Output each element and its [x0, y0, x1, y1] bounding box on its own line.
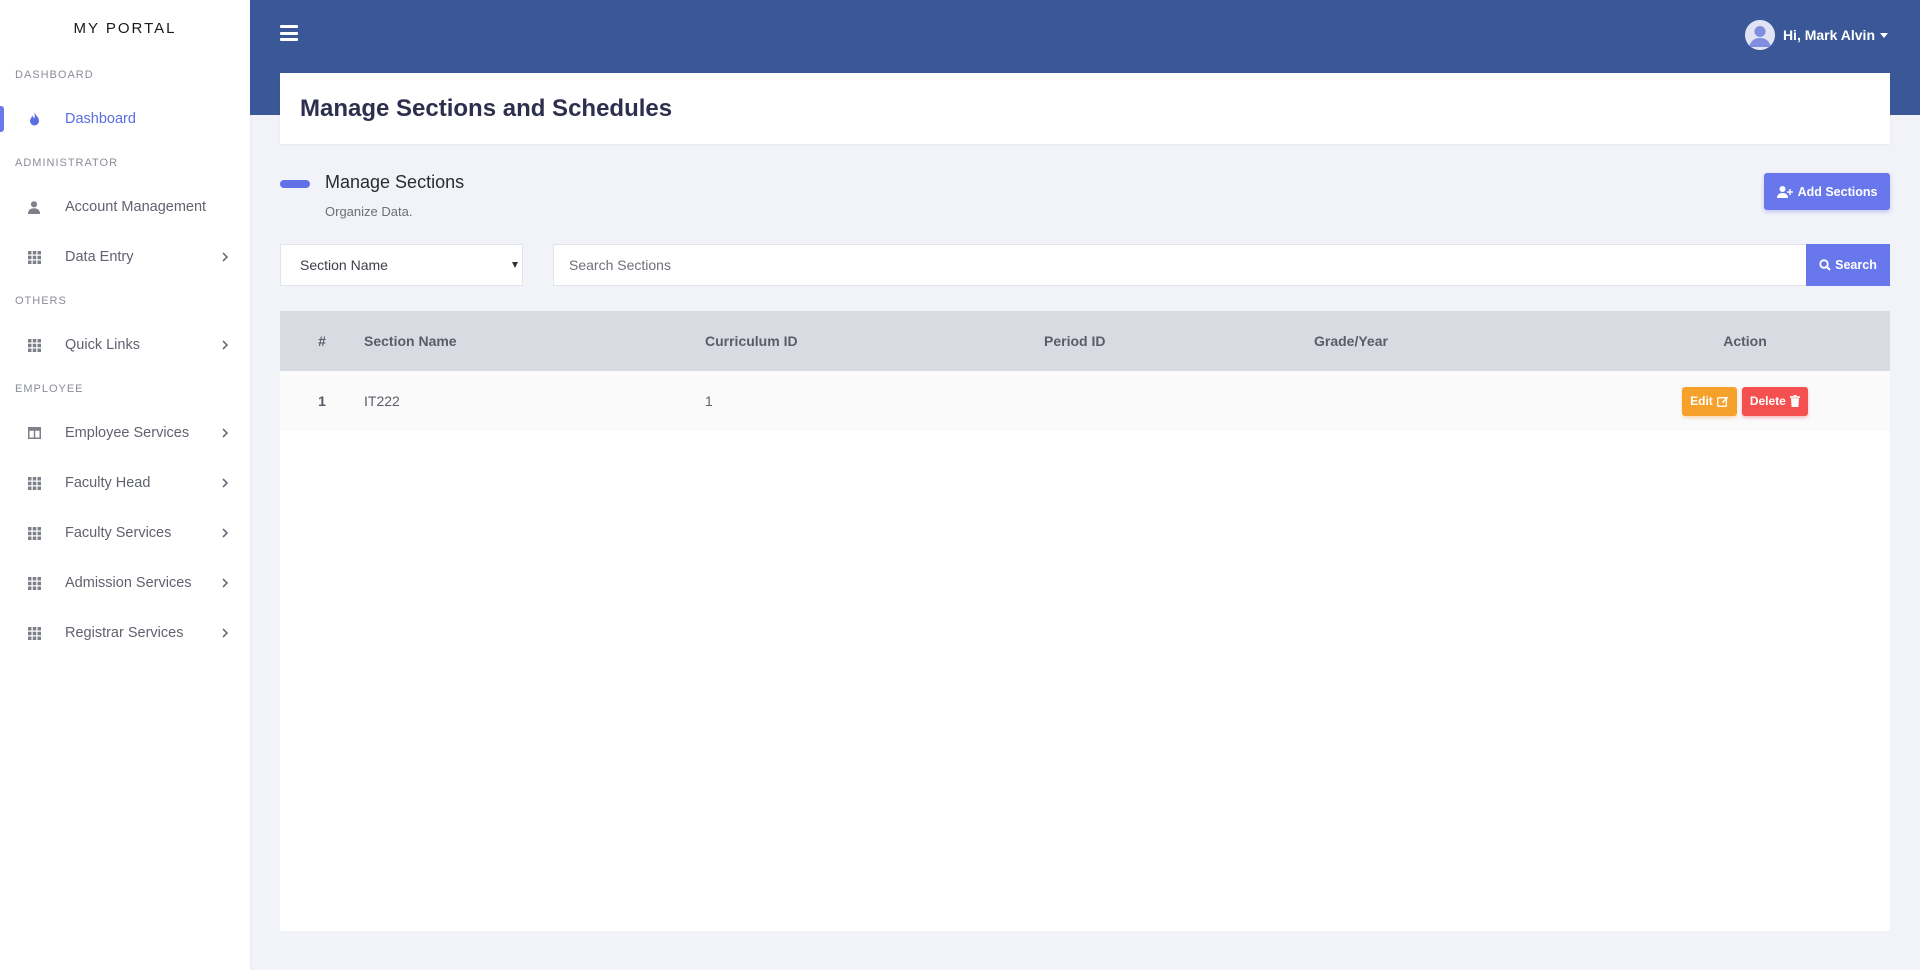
chevron-right-icon [222, 578, 229, 588]
sidebar-item-label: Data Entry [65, 249, 134, 265]
grid-icon [27, 250, 41, 264]
user-greeting: Hi, Mark Alvin [1782, 27, 1875, 43]
dropdown-arrow-icon [512, 262, 518, 268]
section-accent-pill [280, 180, 310, 188]
col-header-period-id[interactable]: Period ID [1044, 311, 1314, 371]
page-title-card: Manage Sections and Schedules [280, 73, 1890, 144]
nav-heading-employee: EMPLOYEE [15, 383, 84, 395]
user-plus-icon [1776, 185, 1793, 198]
col-header-section-name[interactable]: Section Name [364, 311, 705, 371]
grid-icon [27, 626, 41, 640]
table-row: 1 IT222 1 Edit Delete [280, 371, 1890, 431]
chevron-right-icon [222, 340, 229, 350]
cell-action: Edit Delete [1600, 371, 1890, 431]
page-title: Manage Sections and Schedules [300, 94, 673, 122]
nav-heading-others: OTHERS [15, 295, 67, 307]
col-header-curriculum-id[interactable]: Curriculum ID [705, 311, 1044, 371]
avatar [1744, 20, 1775, 50]
add-sections-button[interactable]: Add Sections [1764, 173, 1890, 210]
sections-table-card: # Section Name Curriculum ID Period ID G… [280, 311, 1890, 931]
sidebar-item-admission-services[interactable]: Admission Services [0, 558, 250, 608]
edit-button[interactable]: Edit [1682, 386, 1737, 416]
fire-icon [27, 112, 41, 126]
brand-title: MY PORTAL [73, 19, 177, 37]
nav-heading-administrator: ADMINISTRATOR [15, 157, 119, 169]
delete-button-label: Delete [1749, 394, 1786, 408]
col-header-action: Action [1723, 333, 1767, 349]
sidebar-item-label: Admission Services [65, 575, 192, 591]
sidebar-item-label: Faculty Services [65, 525, 172, 541]
table-icon [27, 426, 41, 440]
sidebar-item-employee-services[interactable]: Employee Services [0, 408, 250, 458]
sidebar-item-label: Employee Services [65, 425, 190, 441]
grid-icon [27, 576, 41, 590]
trash-icon [1789, 395, 1800, 407]
delete-button[interactable]: Delete [1741, 386, 1808, 416]
sidebar-item-label: Quick Links [65, 337, 140, 353]
section-title: Manage Sections [325, 172, 465, 192]
cell-grade-year [1314, 371, 1600, 431]
search-input[interactable] [553, 244, 1806, 286]
sidebar-item-faculty-services[interactable]: Faculty Services [0, 508, 250, 558]
add-sections-label: Add Sections [1797, 184, 1878, 199]
section-subtitle: Organize Data. [325, 204, 413, 219]
sidebar-item-label: Registrar Services [65, 625, 184, 641]
edit-icon [1716, 396, 1729, 407]
sidebar-item-label: Dashboard [65, 111, 136, 127]
sidebar-item-label: Account Management [65, 199, 207, 215]
chevron-right-icon [222, 252, 229, 262]
sidebar-item-label: Faculty Head [65, 475, 151, 491]
chevron-right-icon [222, 478, 229, 488]
caret-down-icon [1880, 32, 1888, 38]
user-icon [27, 200, 41, 214]
chevron-right-icon [222, 428, 229, 438]
chevron-right-icon [222, 528, 229, 538]
search-button[interactable]: Search [1806, 244, 1890, 286]
table-header-row: # Section Name Curriculum ID Period ID G… [280, 311, 1890, 371]
search-icon [1819, 259, 1831, 271]
sidebar-item-dashboard[interactable]: Dashboard [0, 94, 250, 144]
sidebar-item-data-entry[interactable]: Data Entry [0, 232, 250, 282]
sidebar-item-registrar-services[interactable]: Registrar Services [0, 608, 250, 658]
col-header-number: # [318, 333, 326, 349]
sidebar-item-quick-links[interactable]: Quick Links [0, 320, 250, 370]
search-button-label: Search [1835, 258, 1877, 272]
cell-number: 1 [318, 393, 326, 409]
grid-icon [27, 338, 41, 352]
search-field-select[interactable]: Section Name [280, 244, 523, 286]
edit-button-label: Edit [1690, 394, 1713, 408]
sidebar-item-account-management[interactable]: Account Management [0, 182, 250, 232]
cell-curriculum-id: 1 [705, 393, 713, 409]
search-field-selected: Section Name [300, 257, 388, 273]
hamburger-menu-icon[interactable] [280, 25, 298, 41]
grid-icon [27, 526, 41, 540]
nav-heading-dashboard: DASHBOARD [15, 69, 94, 81]
cell-section-name: IT222 [364, 393, 400, 409]
user-menu[interactable]: Hi, Mark Alvin [1744, 20, 1888, 50]
chevron-right-icon [222, 628, 229, 638]
sidebar: MY PORTAL DASHBOARD Dashboard ADMINISTRA… [0, 0, 250, 970]
sidebar-item-faculty-head[interactable]: Faculty Head [0, 458, 250, 508]
col-header-grade-year[interactable]: Grade/Year [1314, 311, 1600, 371]
sections-table: # Section Name Curriculum ID Period ID G… [280, 311, 1890, 431]
cell-period-id [1044, 371, 1314, 431]
grid-icon [27, 476, 41, 490]
